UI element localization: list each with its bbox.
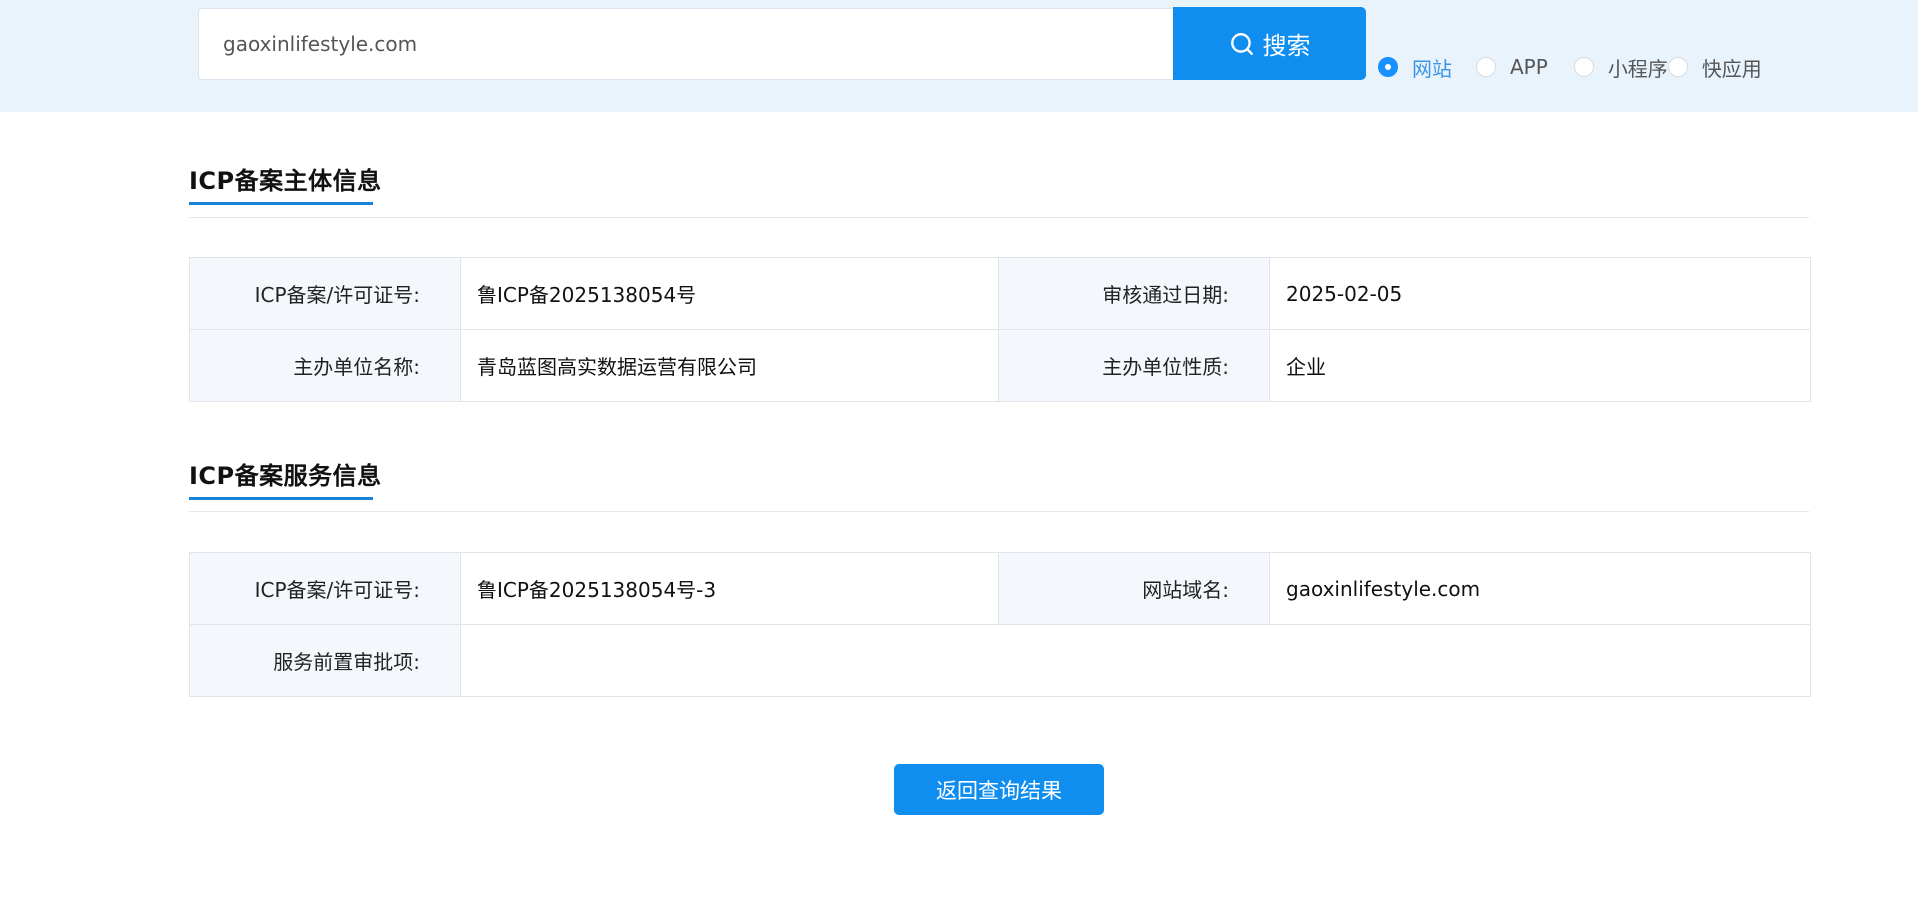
radio-app[interactable]: APP xyxy=(1476,55,1548,79)
radio-quick-app[interactable]: 快应用 xyxy=(1667,53,1762,82)
icp-license-label: ICP备案/许可证号: xyxy=(189,257,461,330)
table-row: ICP备案/许可证号: 鲁ICP备2025138054号-3 网站域名: gao… xyxy=(189,552,1811,625)
pre-approval-label: 服务前置审批项: xyxy=(189,624,461,697)
radio-label: 快应用 xyxy=(1701,56,1762,81)
section-divider xyxy=(189,217,1809,218)
pre-approval-value xyxy=(460,624,1811,697)
entity-section-title: ICP备案主体信息 xyxy=(189,167,382,195)
organizer-type-value: 企业 xyxy=(1269,329,1811,402)
radio-checked-icon xyxy=(1378,57,1398,77)
radio-unchecked-icon xyxy=(1667,57,1688,77)
radio-label: APP xyxy=(1510,55,1548,79)
service-icp-license-label: ICP备案/许可证号: xyxy=(189,552,461,625)
type-filter-radio-group: 网站 APP 小程序 快应用 xyxy=(1378,50,1762,84)
entity-info-table: ICP备案/许可证号: 鲁ICP备2025138054号 审核通过日期: 202… xyxy=(189,257,1811,402)
search-icon xyxy=(1230,32,1253,55)
radio-website[interactable]: 网站 xyxy=(1378,53,1452,82)
search-button[interactable]: 搜索 xyxy=(1173,7,1366,80)
service-section-title: ICP备案服务信息 xyxy=(189,462,382,490)
radio-label: 网站 xyxy=(1412,56,1452,81)
table-row: 服务前置审批项: xyxy=(189,624,1811,697)
search-button-label: 搜索 xyxy=(1262,32,1311,60)
organizer-type-label: 主办单位性质: xyxy=(998,329,1270,402)
search-input[interactable] xyxy=(198,8,1174,80)
service-section-underline xyxy=(189,497,373,500)
table-row: ICP备案/许可证号: 鲁ICP备2025138054号 审核通过日期: 202… xyxy=(189,257,1811,330)
radio-unchecked-icon xyxy=(1476,57,1496,77)
website-domain-label: 网站域名: xyxy=(998,552,1270,625)
back-to-results-button[interactable]: 返回查询结果 xyxy=(894,764,1104,815)
radio-unchecked-icon xyxy=(1573,57,1594,77)
approval-date-label: 审核通过日期: xyxy=(998,257,1270,330)
entity-section-underline xyxy=(189,202,373,205)
organizer-name-value: 青岛蓝图高实数据运营有限公司 xyxy=(460,329,999,402)
approval-date-value: 2025-02-05 xyxy=(1269,257,1811,330)
radio-mini-program[interactable]: 小程序 xyxy=(1573,53,1668,82)
radio-label: 小程序 xyxy=(1607,56,1668,81)
section-divider xyxy=(189,511,1809,512)
website-domain-value: gaoxinlifestyle.com xyxy=(1269,552,1811,625)
icp-license-value: 鲁ICP备2025138054号 xyxy=(460,257,999,330)
service-info-table: ICP备案/许可证号: 鲁ICP备2025138054号-3 网站域名: gao… xyxy=(189,552,1811,697)
table-row: 主办单位名称: 青岛蓝图高实数据运营有限公司 主办单位性质: 企业 xyxy=(189,329,1811,402)
service-icp-license-value: 鲁ICP备2025138054号-3 xyxy=(460,552,999,625)
organizer-name-label: 主办单位名称: xyxy=(189,329,461,402)
